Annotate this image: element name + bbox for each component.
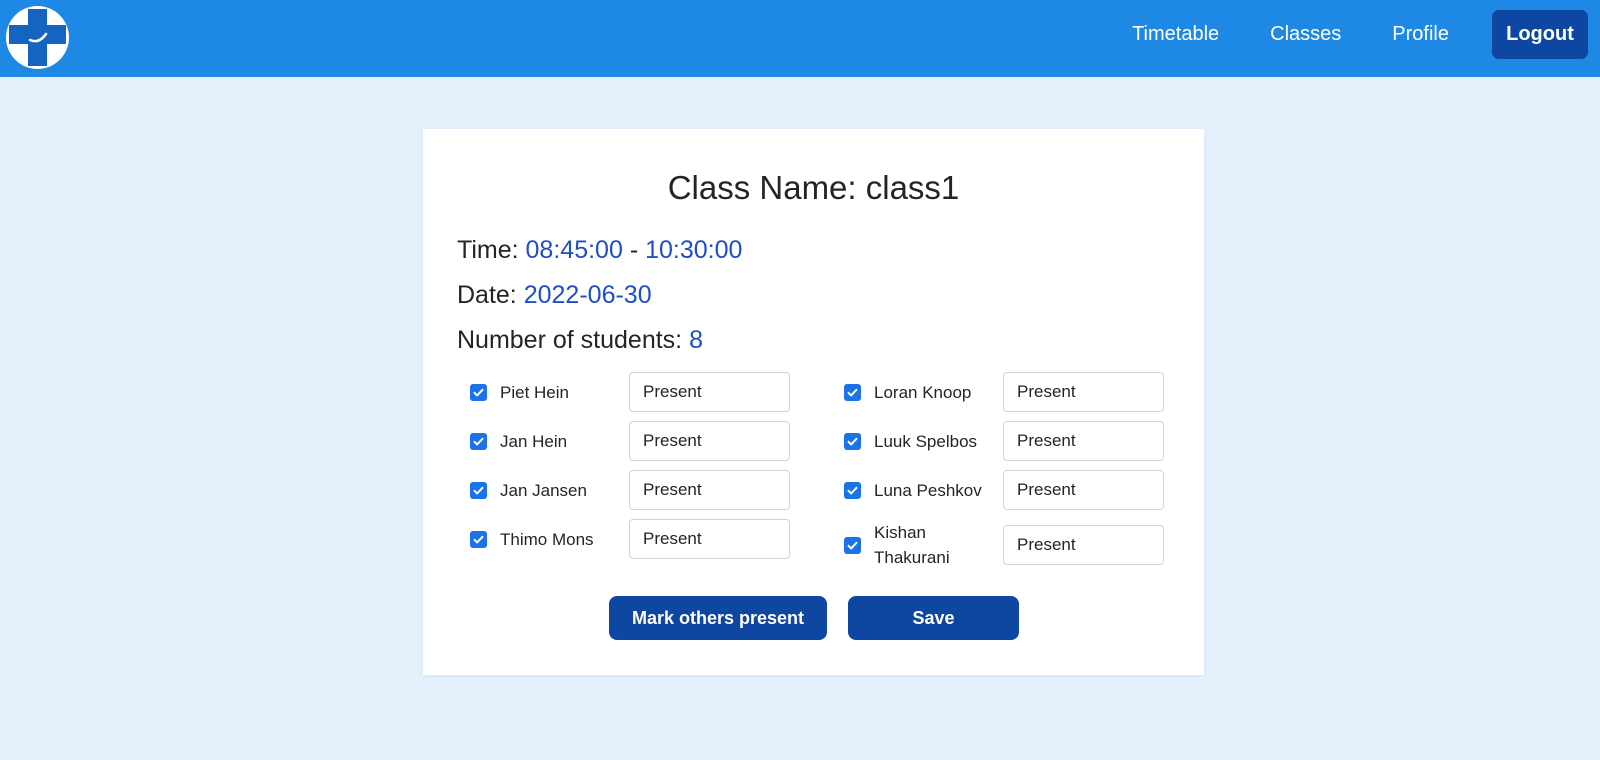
students-count-label: Number of students: (457, 326, 683, 354)
status-input[interactable] (629, 470, 790, 510)
student-name: Jan Hein (500, 432, 568, 451)
time-label: Time: (457, 236, 519, 264)
class-title: Class Name: class1 (667, 169, 960, 206)
student-row: Jan Hein (470, 421, 810, 461)
check-icon (473, 388, 484, 397)
check-icon (473, 486, 484, 495)
check-icon (847, 388, 858, 397)
status-input[interactable] (1003, 525, 1164, 565)
save-button[interactable]: Save (848, 596, 1019, 640)
logout-button[interactable]: Logout (1492, 10, 1588, 59)
navbar: Timetable Classes Profile Logout (0, 0, 1600, 77)
status-input[interactable] (1003, 421, 1164, 461)
student-row: Thimo Mons (470, 519, 810, 559)
student-row: Luna Peshkov (844, 470, 1184, 510)
nav-link-classes[interactable]: Classes (1270, 23, 1341, 46)
student-row: Jan Jansen (470, 470, 810, 510)
mark-others-present-button[interactable]: Mark others present (609, 596, 827, 640)
nav-links: Timetable Classes Profile Logout (1132, 10, 1588, 59)
date-label: Date: (457, 281, 517, 309)
date-line: Date: 2022-06-30 (457, 281, 652, 310)
student-name: Piet Hein (500, 383, 569, 402)
attendance-checkbox[interactable] (470, 531, 487, 548)
app-logo[interactable] (6, 6, 69, 69)
status-input[interactable] (629, 372, 790, 412)
nav-link-profile[interactable]: Profile (1392, 23, 1449, 46)
status-input[interactable] (629, 421, 790, 461)
date-value: 2022-06-30 (523, 281, 652, 309)
student-name: Jan Jansen (500, 481, 587, 500)
attendance-checkbox[interactable] (844, 433, 861, 450)
student-name: Thimo Mons (500, 530, 594, 549)
attendance-checkbox[interactable] (844, 384, 861, 401)
check-icon (473, 535, 484, 544)
student-row: Luuk Spelbos (844, 421, 1184, 461)
status-input[interactable] (629, 519, 790, 559)
check-icon (847, 541, 858, 550)
time-end: 10:30:00 (645, 236, 743, 264)
attendance-checkbox[interactable] (844, 482, 861, 499)
students-count-line: Number of students: 8 (457, 326, 703, 355)
students-count-value: 8 (689, 326, 703, 354)
time-line: Time: 08:45:00 - 10:30:00 (457, 236, 742, 265)
check-icon (473, 437, 484, 446)
student-row: Piet Hein (470, 372, 810, 412)
attendance-checkbox[interactable] (470, 384, 487, 401)
attendance-checkbox[interactable] (470, 482, 487, 499)
attendance-checkbox[interactable] (470, 433, 487, 450)
student-row: Loran Knoop (844, 372, 1184, 412)
check-icon (847, 486, 858, 495)
time-separator: - (629, 236, 639, 264)
check-icon (847, 437, 858, 446)
student-name: Kishan Thakurani (874, 523, 950, 567)
student-name: Luna Peshkov (874, 481, 982, 500)
status-input[interactable] (1003, 372, 1164, 412)
status-input[interactable] (1003, 470, 1164, 510)
class-card: Class Name: class1 Time: 08:45:00 - 10:3… (423, 129, 1204, 675)
time-start: 08:45:00 (525, 236, 623, 264)
student-name: Loran Knoop (874, 383, 972, 402)
puzzle-logo-icon (9, 9, 66, 66)
attendance-checkbox[interactable] (844, 537, 861, 554)
student-row: Kishan Thakurani (844, 523, 1184, 567)
student-name: Luuk Spelbos (874, 432, 978, 451)
nav-link-timetable[interactable]: Timetable (1132, 23, 1219, 46)
